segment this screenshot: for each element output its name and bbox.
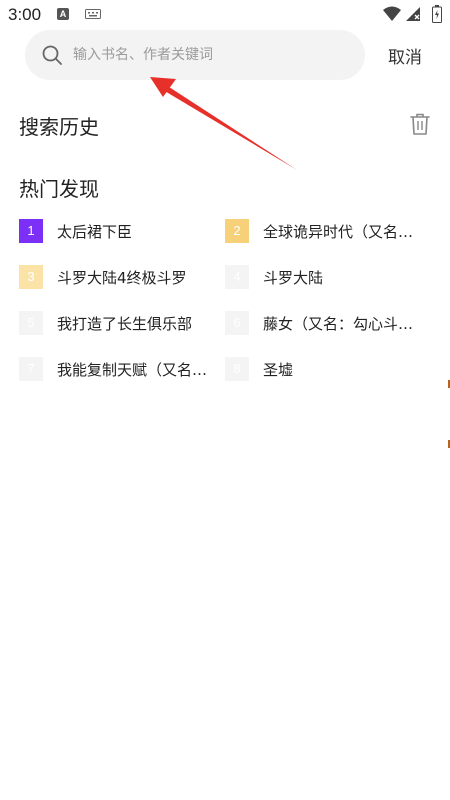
rank-badge: 8 — [225, 357, 249, 381]
hot-item-1[interactable]: 1 太后裙下臣 — [19, 216, 219, 246]
search-history-title: 搜索历史 — [19, 115, 99, 139]
status-bar: 3:00 A — [0, 0, 450, 30]
hot-item-2[interactable]: 2 全球诡异时代（又名：全球诡异时代） — [225, 216, 425, 246]
wifi-icon — [383, 6, 401, 21]
signal-icon — [406, 7, 420, 21]
hot-item-6[interactable]: 6 藤女（又名：勾心斗角） — [225, 308, 425, 338]
hot-item-3[interactable]: 3 斗罗大陆4终极斗罗 — [19, 262, 219, 292]
status-time: 3:00 — [8, 5, 42, 24]
book-title: 全球诡异时代（又名：全球诡异时代） — [263, 222, 423, 241]
book-title: 斗罗大陆4终极斗罗 — [57, 268, 187, 287]
hot-item-4[interactable]: 4 斗罗大陆 — [225, 262, 425, 292]
search-icon — [42, 45, 62, 65]
search-input[interactable] — [73, 40, 353, 70]
book-title: 圣墟 — [263, 360, 294, 379]
book-title: 我能复制天赋（又名：我能复制天赋） — [57, 360, 217, 379]
hot-item-7[interactable]: 7 我能复制天赋（又名：我能复制天赋） — [19, 354, 219, 384]
hot-item-5[interactable]: 5 我打造了长生俱乐部 — [19, 308, 219, 338]
rank-badge: 3 — [19, 265, 43, 289]
cancel-button[interactable]: 取消 — [388, 43, 422, 68]
keyboard-icon — [85, 9, 101, 19]
book-title: 我打造了长生俱乐部 — [57, 314, 193, 333]
hot-discovery-title: 热门发现 — [19, 177, 99, 201]
rank-badge: 2 — [225, 219, 249, 243]
rank-badge: 1 — [19, 219, 43, 243]
book-title: 斗罗大陆 — [263, 268, 324, 287]
book-title: 太后裙下臣 — [57, 222, 133, 241]
hot-item-8[interactable]: 8 圣墟 — [225, 354, 425, 384]
battery-icon — [432, 5, 442, 23]
rank-badge: 6 — [225, 311, 249, 335]
search-bar[interactable] — [25, 30, 365, 80]
trash-icon[interactable] — [409, 112, 431, 136]
rank-badge: 4 — [225, 265, 249, 289]
a-icon: A — [57, 8, 69, 20]
book-title: 藤女（又名：勾心斗角） — [263, 314, 423, 333]
rank-badge: 7 — [19, 357, 43, 381]
rank-badge: 5 — [19, 311, 43, 335]
